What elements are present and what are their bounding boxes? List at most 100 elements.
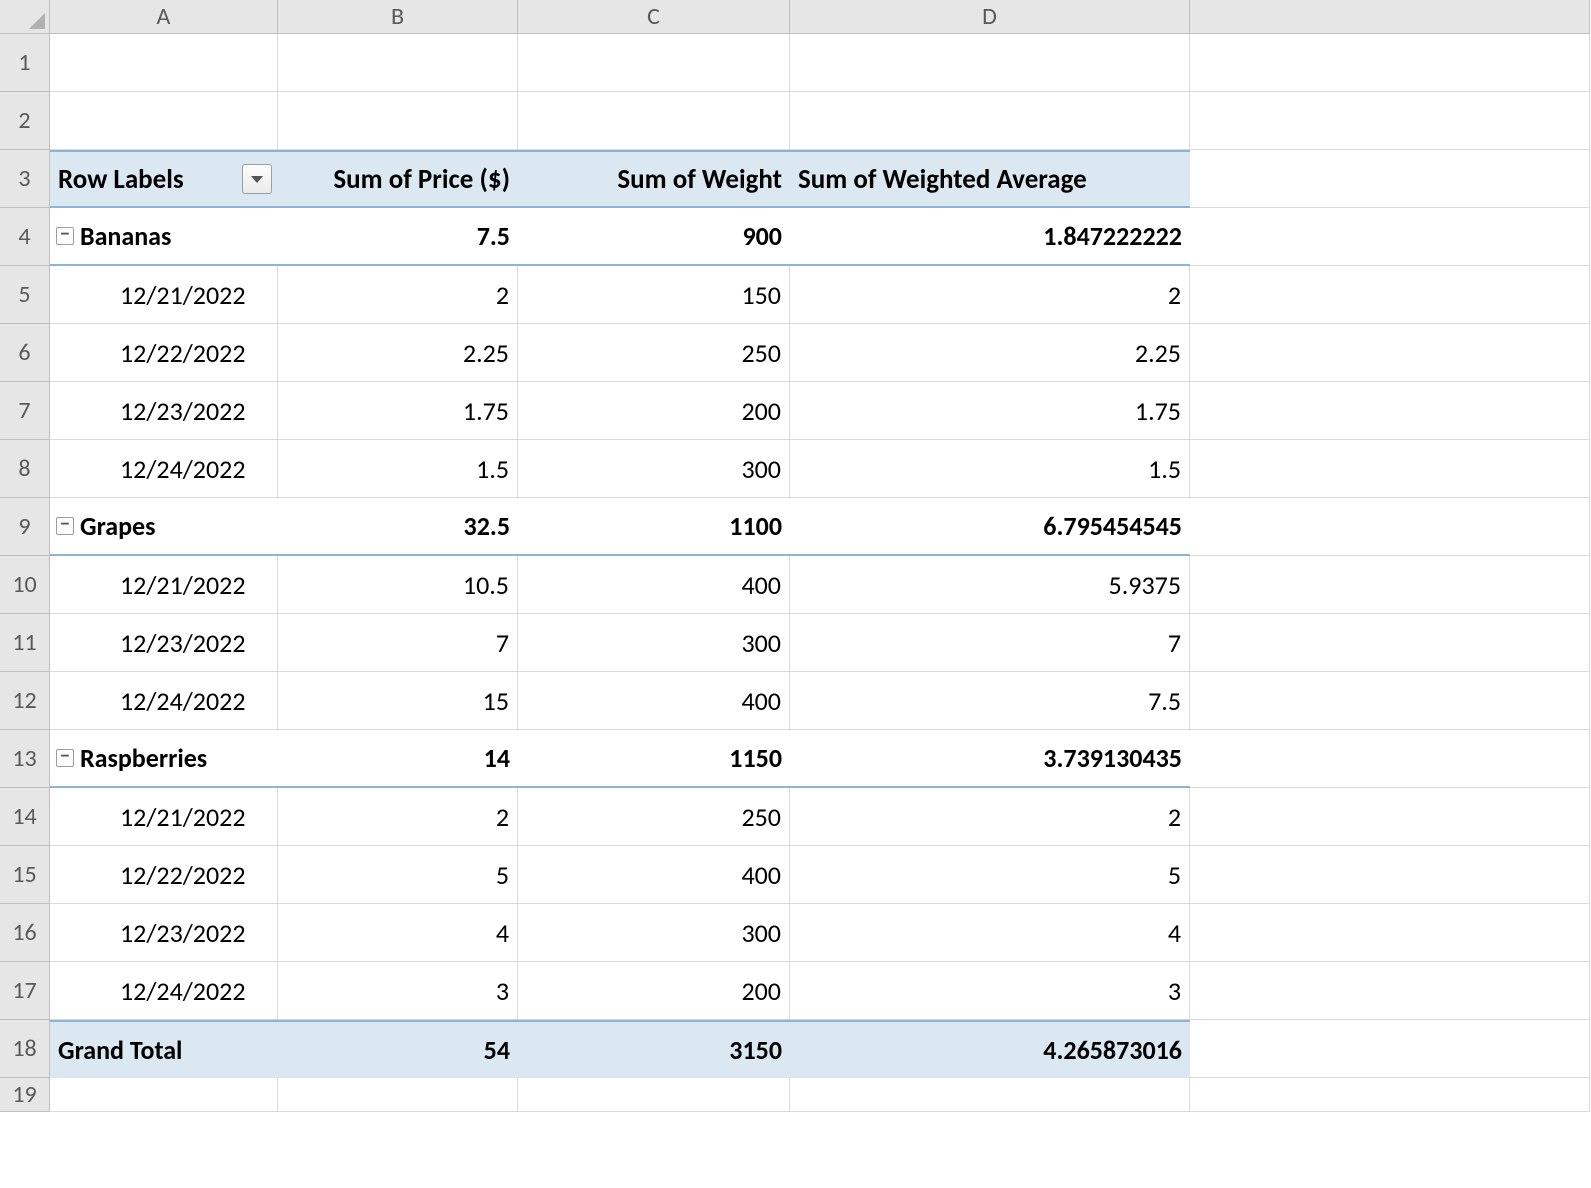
cell[interactable] <box>1190 1020 1590 1078</box>
cell[interactable] <box>1190 382 1590 440</box>
detail-row-weight[interactable]: 300 <box>518 440 790 498</box>
cell[interactable] <box>518 92 790 150</box>
col-header-D[interactable]: D <box>790 0 1190 34</box>
detail-row-label[interactable]: 12/22/2022 <box>50 846 278 904</box>
row-header-17[interactable]: 17 <box>0 962 50 1020</box>
col-header-A[interactable]: A <box>50 0 278 34</box>
detail-row-weight[interactable]: 400 <box>518 846 790 904</box>
detail-row-price[interactable]: 2 <box>278 788 518 846</box>
cell[interactable] <box>1190 208 1590 266</box>
cell[interactable] <box>1190 34 1590 92</box>
detail-row-price[interactable]: 10.5 <box>278 556 518 614</box>
detail-row-wavg[interactable]: 3 <box>790 962 1190 1020</box>
cell[interactable] <box>790 1078 1190 1112</box>
cell[interactable] <box>1190 672 1590 730</box>
cell[interactable] <box>1190 440 1590 498</box>
row-header-15[interactable]: 15 <box>0 846 50 904</box>
detail-row-price[interactable]: 7 <box>278 614 518 672</box>
detail-row-label[interactable]: 12/23/2022 <box>50 382 278 440</box>
detail-row-wavg[interactable]: 4 <box>790 904 1190 962</box>
row-header-4[interactable]: 4 <box>0 208 50 266</box>
row-header-18[interactable]: 18 <box>0 1020 50 1078</box>
cell[interactable] <box>518 34 790 92</box>
row-header-5[interactable]: 5 <box>0 266 50 324</box>
collapse-button[interactable]: − <box>56 749 74 767</box>
collapse-button[interactable]: − <box>56 227 74 245</box>
cell[interactable] <box>1190 846 1590 904</box>
row-header-11[interactable]: 11 <box>0 614 50 672</box>
group-wavg[interactable]: 6.795454545 <box>790 498 1190 556</box>
group-weight[interactable]: 1150 <box>518 730 790 788</box>
row-header-13[interactable]: 13 <box>0 730 50 788</box>
detail-row-price[interactable]: 1.75 <box>278 382 518 440</box>
detail-row-wavg[interactable]: 2.25 <box>790 324 1190 382</box>
detail-row-weight[interactable]: 200 <box>518 962 790 1020</box>
filter-dropdown-button[interactable] <box>242 164 272 194</box>
cell[interactable] <box>1190 266 1590 324</box>
row-header-16[interactable]: 16 <box>0 904 50 962</box>
cell[interactable] <box>1190 730 1590 788</box>
detail-row-weight[interactable]: 400 <box>518 672 790 730</box>
detail-row-label[interactable]: 12/21/2022 <box>50 788 278 846</box>
detail-row-wavg[interactable]: 7.5 <box>790 672 1190 730</box>
col-header-B[interactable]: B <box>278 0 518 34</box>
row-header-9[interactable]: 9 <box>0 498 50 556</box>
col-header-C[interactable]: C <box>518 0 790 34</box>
row-header-7[interactable]: 7 <box>0 382 50 440</box>
col-header-extra[interactable] <box>1190 0 1590 34</box>
detail-row-wavg[interactable]: 2 <box>790 266 1190 324</box>
cell[interactable] <box>1190 962 1590 1020</box>
grand-total-weight[interactable]: 3150 <box>518 1020 790 1078</box>
detail-row-price[interactable]: 2.25 <box>278 324 518 382</box>
detail-row-wavg[interactable]: 7 <box>790 614 1190 672</box>
group-price[interactable]: 32.5 <box>278 498 518 556</box>
detail-row-wavg[interactable]: 1.5 <box>790 440 1190 498</box>
row-header-10[interactable]: 10 <box>0 556 50 614</box>
group-price[interactable]: 14 <box>278 730 518 788</box>
detail-row-weight[interactable]: 150 <box>518 266 790 324</box>
select-all-corner[interactable] <box>0 0 50 34</box>
cell[interactable] <box>1190 1078 1590 1112</box>
detail-row-weight[interactable]: 250 <box>518 324 790 382</box>
row-header-19[interactable]: 19 <box>0 1078 50 1112</box>
detail-row-label[interactable]: 12/22/2022 <box>50 324 278 382</box>
detail-row-label[interactable]: 12/24/2022 <box>50 440 278 498</box>
row-header-6[interactable]: 6 <box>0 324 50 382</box>
group-wavg[interactable]: 1.847222222 <box>790 208 1190 266</box>
pivot-header-rowlabels[interactable]: Row Labels <box>50 150 278 208</box>
cell[interactable] <box>278 1078 518 1112</box>
detail-row-weight[interactable]: 300 <box>518 614 790 672</box>
cell[interactable] <box>1190 324 1590 382</box>
detail-row-label[interactable]: 12/24/2022 <box>50 672 278 730</box>
group-weight[interactable]: 1100 <box>518 498 790 556</box>
detail-row-weight[interactable]: 400 <box>518 556 790 614</box>
grand-total-label[interactable]: Grand Total <box>50 1020 278 1078</box>
group-row-grapes[interactable]: −Grapes <box>50 498 278 556</box>
detail-row-wavg[interactable]: 5.9375 <box>790 556 1190 614</box>
group-price[interactable]: 7.5 <box>278 208 518 266</box>
cell[interactable] <box>1190 904 1590 962</box>
group-wavg[interactable]: 3.739130435 <box>790 730 1190 788</box>
cell[interactable] <box>50 34 278 92</box>
cell[interactable] <box>1190 92 1590 150</box>
detail-row-label[interactable]: 12/24/2022 <box>50 962 278 1020</box>
row-header-1[interactable]: 1 <box>0 34 50 92</box>
grand-total-wavg[interactable]: 4.265873016 <box>790 1020 1190 1078</box>
detail-row-weight[interactable]: 200 <box>518 382 790 440</box>
grand-total-price[interactable]: 54 <box>278 1020 518 1078</box>
group-row-bananas[interactable]: −Bananas <box>50 208 278 266</box>
cell[interactable] <box>278 92 518 150</box>
detail-row-label[interactable]: 12/23/2022 <box>50 904 278 962</box>
detail-row-price[interactable]: 5 <box>278 846 518 904</box>
cell[interactable] <box>518 1078 790 1112</box>
detail-row-weight[interactable]: 250 <box>518 788 790 846</box>
detail-row-price[interactable]: 4 <box>278 904 518 962</box>
group-weight[interactable]: 900 <box>518 208 790 266</box>
pivot-header-weight[interactable]: Sum of Weight <box>518 150 790 208</box>
cell[interactable] <box>790 34 1190 92</box>
detail-row-label[interactable]: 12/21/2022 <box>50 556 278 614</box>
row-header-3[interactable]: 3 <box>0 150 50 208</box>
detail-row-price[interactable]: 3 <box>278 962 518 1020</box>
detail-row-price[interactable]: 15 <box>278 672 518 730</box>
detail-row-wavg[interactable]: 1.75 <box>790 382 1190 440</box>
